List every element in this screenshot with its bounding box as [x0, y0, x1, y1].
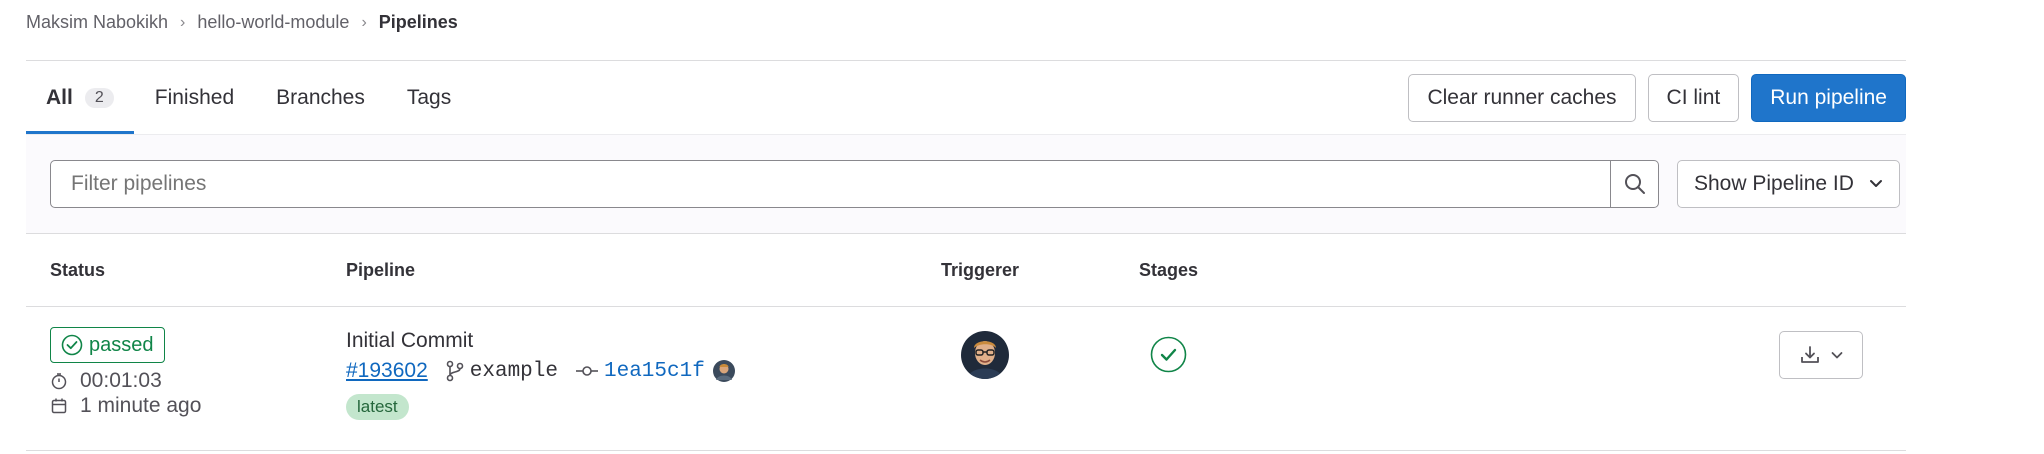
pipeline-id-link[interactable]: #193602 — [346, 359, 428, 383]
download-icon — [1801, 346, 1819, 363]
tab-finished[interactable]: Finished — [134, 62, 255, 134]
pipeline-info: #193602 example 1ea15c1f — [346, 359, 735, 383]
avatar-small-icon[interactable] — [712, 360, 735, 382]
chevron-right-icon: › — [361, 13, 367, 31]
table-row: passed 00:01:03 1 minute ago Initial Com… — [26, 307, 1906, 451]
avatar-icon — [961, 331, 1009, 379]
filter-bar: Show Pipeline ID — [26, 134, 1906, 234]
finished-time: 1 minute ago — [50, 394, 201, 418]
stage-success-icon[interactable] — [1150, 336, 1187, 373]
breadcrumb-current[interactable]: Pipelines — [379, 12, 458, 33]
filter-pipelines-input[interactable] — [50, 160, 1611, 208]
show-pipeline-id-label: Show Pipeline ID — [1694, 172, 1854, 195]
header-actions: Clear runner caches CI lint Run pipeline — [1408, 74, 1906, 122]
pipeline-tabs: All 2 Finished Branches Tags — [26, 62, 472, 134]
status-badge[interactable]: passed — [50, 327, 165, 363]
header-stages: Stages — [1139, 260, 1199, 280]
header-triggerer: Triggerer — [941, 260, 1020, 280]
header-status: Status — [50, 260, 106, 280]
breadcrumb-project[interactable]: hello-world-module — [197, 12, 349, 33]
tab-branches-label: Branches — [276, 86, 365, 109]
commit-title[interactable]: Initial Commit — [346, 329, 473, 353]
chevron-down-icon — [1870, 180, 1882, 187]
clock-icon — [51, 373, 67, 390]
filter-search — [50, 160, 1659, 208]
run-pipeline-button[interactable]: Run pipeline — [1751, 74, 1906, 122]
tab-tags[interactable]: Tags — [386, 62, 472, 134]
branch-ref[interactable]: example — [470, 360, 558, 383]
calendar-icon — [51, 398, 67, 414]
tab-all-count: 2 — [84, 88, 114, 108]
latest-badge: latest — [346, 394, 409, 420]
show-pipeline-id-dropdown[interactable]: Show Pipeline ID — [1677, 160, 1900, 208]
breadcrumb-user[interactable]: Maksim Nabokikh — [26, 12, 168, 33]
tab-branches[interactable]: Branches — [255, 62, 386, 134]
commit-sha-link[interactable]: 1ea15c1f — [604, 360, 705, 383]
header-divider — [26, 60, 1906, 61]
status-success-icon — [61, 334, 83, 356]
tab-all[interactable]: All 2 — [26, 62, 134, 134]
breadcrumb: Maksim Nabokikh › hello-world-module › P… — [26, 12, 458, 33]
search-icon — [1624, 174, 1645, 194]
download-artifacts-button[interactable] — [1779, 331, 1863, 379]
ci-lint-button[interactable]: CI lint — [1647, 74, 1740, 122]
commit-icon — [575, 366, 598, 376]
branch-icon — [446, 360, 464, 382]
duration: 00:01:03 — [50, 369, 162, 393]
chevron-right-icon: › — [180, 13, 186, 31]
table-header: Status Pipeline Triggerer Stages — [26, 234, 1906, 307]
duration-value: 00:01:03 — [80, 369, 162, 392]
chevron-down-icon — [1831, 351, 1843, 358]
tab-all-label: All — [46, 86, 73, 109]
tab-finished-label: Finished — [154, 86, 235, 109]
status-label: passed — [89, 333, 154, 356]
triggerer-avatar[interactable] — [961, 331, 1009, 379]
clear-runner-caches-button[interactable]: Clear runner caches — [1408, 74, 1636, 122]
finished-value: 1 minute ago — [80, 394, 202, 417]
tab-tags-label: Tags — [406, 86, 452, 109]
header-pipeline: Pipeline — [346, 260, 416, 280]
search-button[interactable] — [1611, 160, 1659, 208]
